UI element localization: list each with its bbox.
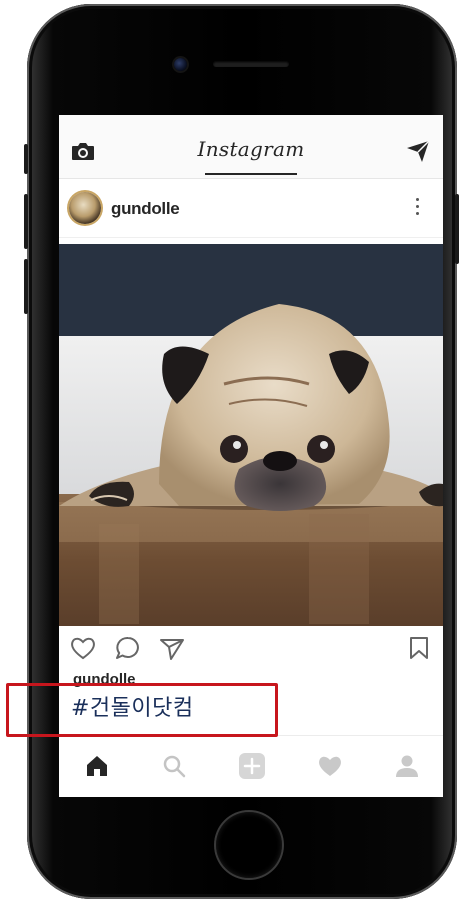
heart-icon[interactable] <box>69 635 97 661</box>
bookmark-icon[interactable] <box>407 635 431 661</box>
comment-icon[interactable] <box>114 635 142 661</box>
volume-up-button <box>24 194 28 249</box>
volume-down-button <box>24 259 28 314</box>
post-image[interactable] <box>59 244 443 626</box>
profile-icon[interactable] <box>392 751 422 781</box>
camera-icon[interactable] <box>70 139 96 163</box>
more-vertical-icon[interactable] <box>411 195 423 221</box>
share-icon[interactable] <box>158 635 186 661</box>
send-icon[interactable] <box>405 139 431 163</box>
activity-heart-icon[interactable] <box>315 751 345 781</box>
power-button <box>455 194 459 264</box>
highlight-box <box>6 683 278 737</box>
volume-button <box>24 144 28 174</box>
earpiece-speaker <box>213 61 289 67</box>
search-icon[interactable] <box>159 751 189 781</box>
home-icon[interactable] <box>82 751 112 781</box>
add-icon[interactable] <box>237 751 267 781</box>
bottom-tab-bar <box>59 735 443 797</box>
post-username[interactable]: gundolle <box>111 199 180 219</box>
app-logo: Instagram <box>197 137 305 161</box>
home-button[interactable] <box>216 812 282 878</box>
top-bar: Instagram <box>59 115 443 179</box>
logo-underline <box>205 173 297 175</box>
pug-photo <box>59 244 443 626</box>
post-header: gundolle <box>59 179 443 238</box>
avatar[interactable] <box>69 192 101 224</box>
front-camera <box>174 58 187 71</box>
post-actions <box>59 633 443 669</box>
